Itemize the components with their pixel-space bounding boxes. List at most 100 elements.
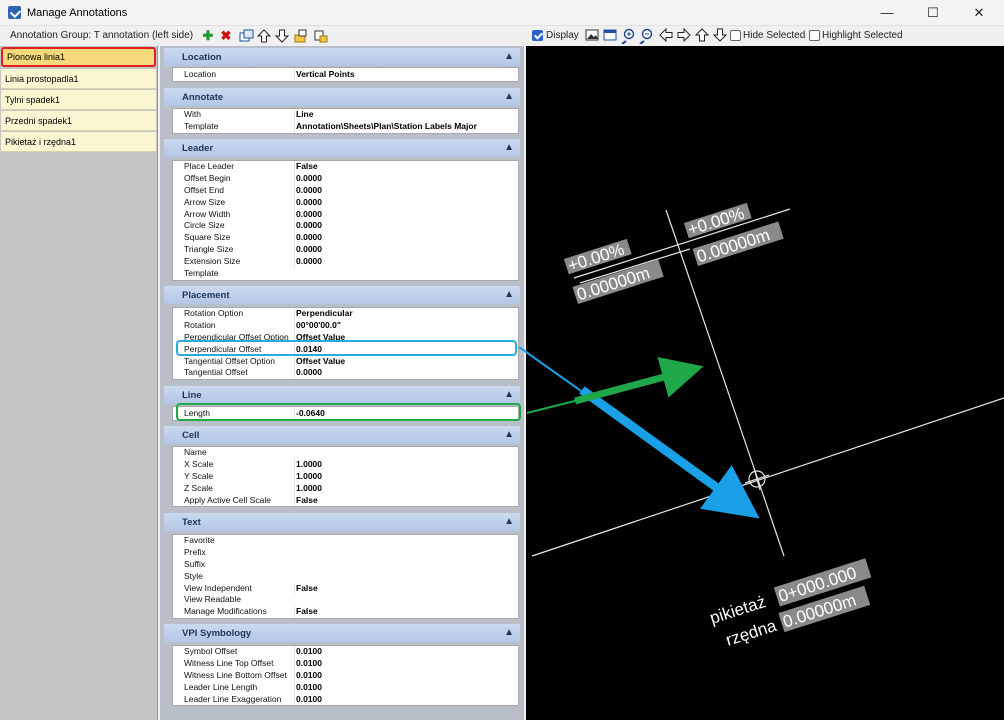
property-row[interactable]: Place Leader False [173, 161, 518, 173]
property-row[interactable]: Name [173, 447, 518, 459]
property-value[interactable]: 0.0100 [294, 693, 516, 706]
section-header-annotate[interactable]: Annotate ▲ [164, 88, 520, 106]
property-row[interactable]: Offset Begin 0.0000 [173, 172, 518, 185]
pan-up-icon[interactable] [694, 28, 710, 44]
property-row[interactable]: Arrow Size 0.0000 [173, 196, 518, 209]
property-row[interactable]: Extension Size 0.0000 [173, 256, 518, 269]
property-value[interactable]: 0.0000 [294, 232, 516, 245]
property-row[interactable]: Witness Line Top Offset 0.0100 [173, 657, 518, 670]
highlight-selected-checkbox[interactable] [809, 30, 820, 41]
property-value[interactable]: Vertical Points [294, 68, 516, 81]
property-row[interactable]: View Readable [173, 594, 518, 606]
pan-down-icon[interactable] [712, 28, 728, 44]
window-view-icon[interactable] [602, 28, 618, 44]
zoom-out-icon[interactable] [638, 28, 654, 45]
property-value[interactable]: False [294, 606, 516, 619]
property-value[interactable]: False [294, 494, 516, 507]
annotation-item-tylni-spadek[interactable]: Tylni spadek1 [1, 90, 156, 110]
property-value[interactable]: 1.0000 [294, 470, 516, 483]
maximize-button[interactable]: ☐ [910, 0, 956, 26]
property-row[interactable]: Prefix [173, 547, 518, 559]
property-row[interactable]: Template Annotation\Sheets\Plan\Station L… [173, 120, 518, 133]
property-value[interactable]: 0.0000 [294, 208, 516, 221]
property-row[interactable]: Circle Size 0.0000 [173, 220, 518, 233]
section-header-cell[interactable]: Cell ▲ [164, 426, 520, 444]
pan-left-icon[interactable] [658, 27, 674, 44]
property-row[interactable]: With Line [173, 109, 518, 121]
display-checkbox[interactable] [532, 30, 543, 41]
move-up-icon[interactable] [256, 28, 272, 44]
collapse-chevron-icon[interactable]: ▲ [504, 289, 514, 300]
minimize-button[interactable]: — [864, 0, 910, 26]
property-value[interactable]: Annotation\Sheets\Plan\Station Labels Ma… [294, 120, 516, 133]
property-value[interactable]: Offset Value [294, 331, 516, 344]
collapse-chevron-icon[interactable]: ▲ [504, 142, 514, 153]
property-row[interactable]: Tangential Offset Option Offset Value [173, 355, 518, 368]
property-value[interactable]: 00°00'00.0" [294, 319, 516, 332]
property-value[interactable]: 1.0000 [294, 482, 516, 495]
property-value[interactable]: 0.0000 [294, 244, 516, 257]
section-header-text[interactable]: Text ▲ [164, 513, 520, 531]
property-row[interactable]: Style [173, 571, 518, 583]
annotation-item-pikietaz[interactable]: Pikietaż i rzędna1 [1, 132, 156, 152]
property-value[interactable]: 1.0000 [294, 458, 516, 471]
collapse-chevron-icon[interactable]: ▲ [504, 91, 514, 102]
property-value[interactable]: Line [294, 109, 516, 121]
property-row[interactable]: Favorite [173, 535, 518, 547]
close-button[interactable]: ✕ [956, 0, 1002, 26]
property-row[interactable]: View Independent False [173, 582, 518, 595]
annotation-item-przedni-spadek[interactable]: Przedni spadek1 [1, 111, 156, 131]
property-value[interactable]: 0.0100 [294, 657, 516, 670]
section-header-placement[interactable]: Placement ▲ [164, 286, 520, 304]
property-value[interactable]: 0.0100 [294, 646, 516, 658]
property-row[interactable]: Triangle Size 0.0000 [173, 244, 518, 257]
property-row[interactable]: Perpendicular Offset Option Offset Value [173, 331, 518, 344]
property-row[interactable]: Tangential Offset 0.0000 [173, 367, 518, 380]
property-value[interactable]: False [294, 161, 516, 173]
property-value[interactable]: -0.0640 [294, 407, 516, 420]
property-row[interactable]: Manage Modifications False [173, 606, 518, 619]
property-row[interactable]: Offset End 0.0000 [173, 184, 518, 197]
property-value[interactable]: 0.0100 [294, 681, 516, 694]
property-row-length[interactable]: Length -0.0640 [173, 407, 518, 420]
property-row[interactable]: X Scale 1.0000 [173, 458, 518, 471]
delete-icon[interactable]: ✖ [218, 28, 234, 44]
collapse-chevron-icon[interactable]: ▲ [504, 429, 514, 440]
section-header-location[interactable]: Location ▲ [164, 48, 520, 66]
property-row[interactable]: Suffix [173, 559, 518, 571]
property-value[interactable]: 0.0140 [294, 343, 516, 356]
property-value[interactable]: False [294, 582, 516, 595]
property-row[interactable]: Apply Active Cell Scale False [173, 494, 518, 507]
export-icon[interactable] [312, 28, 328, 44]
add-icon[interactable]: ✚ [200, 28, 216, 44]
property-value[interactable]: 0.0000 [294, 220, 516, 233]
property-row[interactable]: Z Scale 1.0000 [173, 482, 518, 495]
property-row[interactable]: Square Size 0.0000 [173, 232, 518, 245]
move-down-icon[interactable] [274, 28, 290, 44]
property-row-perpendicular-offset[interactable]: Perpendicular Offset 0.0140 [173, 343, 518, 356]
property-value[interactable]: 0.0000 [294, 256, 516, 269]
property-row[interactable]: Template [173, 268, 518, 280]
collapse-chevron-icon[interactable]: ▲ [504, 627, 514, 638]
section-header-vpi-symbology[interactable]: VPI Symbology ▲ [164, 624, 520, 642]
property-value[interactable]: Perpendicular [294, 308, 516, 320]
property-row[interactable]: Location Vertical Points [173, 68, 518, 81]
drawing-view[interactable]: +0.00% 0.00000m +0.00% 0.00000m pikietaż… [526, 46, 1004, 720]
property-row[interactable]: Leader Line Exaggeration 0.0100 [173, 693, 518, 706]
pan-right-icon[interactable] [676, 27, 692, 44]
property-value[interactable]: 0.0000 [294, 196, 516, 209]
hide-selected-checkbox[interactable] [730, 30, 741, 41]
collapse-chevron-icon[interactable]: ▲ [504, 389, 514, 400]
zoom-in-icon[interactable] [620, 28, 636, 45]
property-value[interactable]: 0.0000 [294, 172, 516, 185]
property-value[interactable]: Offset Value [294, 355, 516, 368]
property-row[interactable]: Symbol Offset 0.0100 [173, 646, 518, 658]
section-header-line[interactable]: Line ▲ [164, 386, 520, 404]
collapse-chevron-icon[interactable]: ▲ [504, 516, 514, 527]
property-row[interactable]: Y Scale 1.0000 [173, 470, 518, 483]
property-row[interactable]: Rotation 00°00'00.0" [173, 319, 518, 332]
annotation-item-pionowa-linia[interactable]: Pionowa linia1 [1, 47, 156, 67]
section-header-leader[interactable]: Leader ▲ [164, 139, 520, 157]
picture-icon[interactable] [584, 28, 600, 44]
copy-icon[interactable] [238, 28, 254, 44]
